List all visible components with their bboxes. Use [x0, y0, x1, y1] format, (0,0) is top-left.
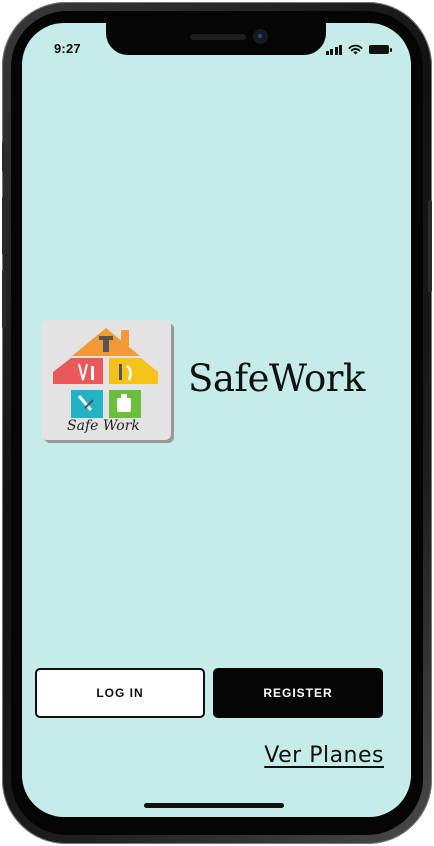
status-time: 9:27	[54, 41, 81, 56]
earpiece-speaker	[190, 34, 246, 40]
safework-logo: Safe Work	[41, 320, 171, 440]
volume-up-button	[2, 197, 6, 255]
logo-text: Safe Work	[67, 418, 140, 434]
notch	[106, 23, 326, 55]
front-camera	[255, 31, 266, 42]
brand-name: SafeWork	[188, 357, 365, 400]
home-indicator	[144, 803, 284, 808]
view-plans-link[interactable]: Ver Planes	[264, 743, 384, 768]
status-icons	[325, 43, 392, 55]
mute-switch	[2, 142, 6, 172]
power-button	[428, 200, 432, 292]
register-button[interactable]: REGISTER	[213, 668, 383, 718]
battery-icon	[369, 45, 392, 54]
wifi-icon	[348, 44, 363, 55]
cellular-signal-icon	[325, 44, 342, 55]
login-button[interactable]: LOG IN	[35, 668, 205, 718]
app-screen: 9:27 Safe Work SafeWork LOG IN REGISTER …	[22, 23, 411, 817]
volume-down-button	[2, 270, 6, 328]
